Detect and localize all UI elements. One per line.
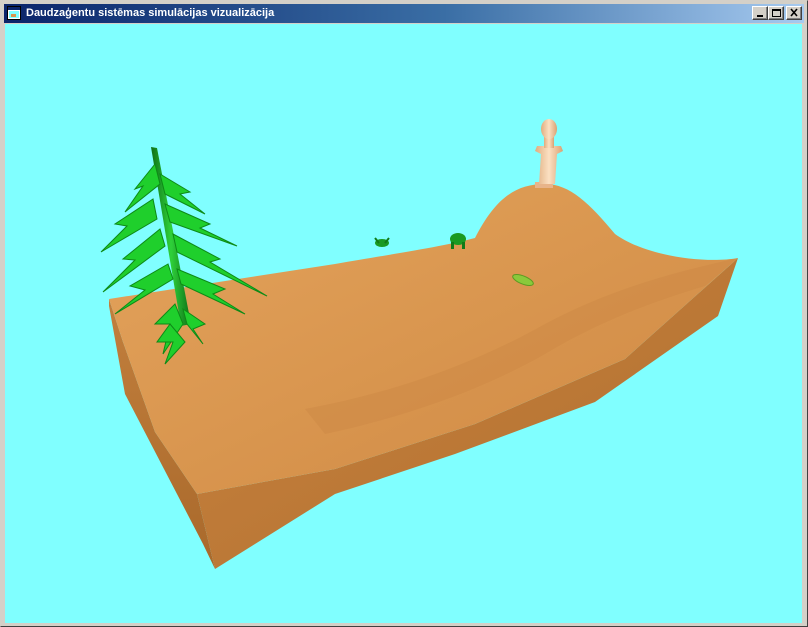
close-icon (790, 8, 798, 17)
maximize-button[interactable] (768, 6, 784, 20)
statue (535, 119, 563, 188)
statue-head (541, 119, 557, 139)
close-button[interactable] (786, 6, 802, 20)
minimize-button[interactable] (752, 6, 768, 20)
scene-canvas[interactable] (5, 24, 802, 623)
title-bar[interactable]: Daudzaģentu sistēmas simulācijas vizuali… (4, 4, 804, 23)
app-window: Daudzaģentu sistēmas simulācijas vizuali… (0, 0, 808, 627)
statue-body (535, 146, 563, 184)
frog-agent (374, 237, 390, 247)
window-title: Daudzaģentu sistēmas simulācijas vizuali… (26, 7, 275, 19)
simulation-viewport[interactable] (5, 24, 802, 623)
app-icon[interactable] (7, 6, 21, 20)
minimize-icon (757, 15, 763, 17)
maximize-icon (772, 9, 781, 17)
